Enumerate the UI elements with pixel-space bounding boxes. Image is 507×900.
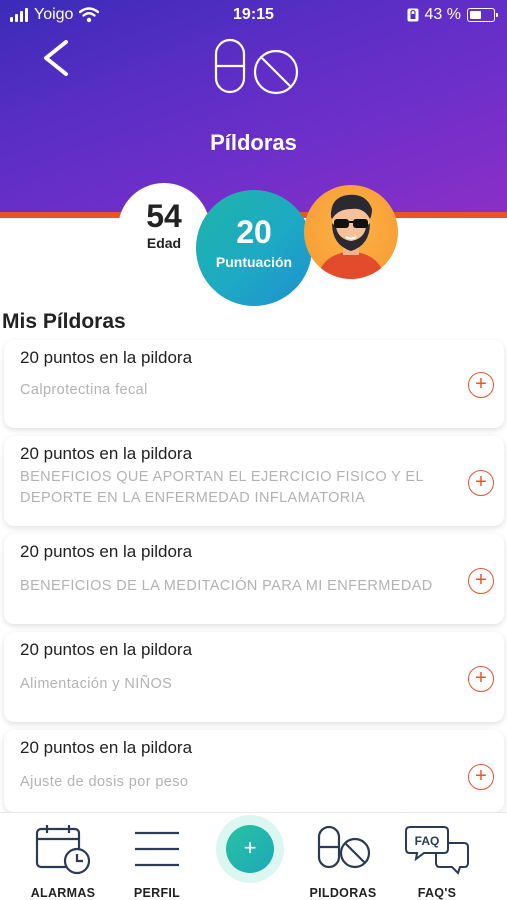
nav-label: FAQ'S: [417, 886, 457, 900]
pill-card[interactable]: 20 puntos en la pildora Calprotectina fe…: [4, 340, 504, 428]
add-fab-halo: +: [216, 815, 284, 883]
pill-description: Ajuste de dosis por peso: [20, 774, 189, 790]
add-fab-button[interactable]: +: [226, 825, 274, 873]
pill-description: Alimentación y NIÑOS: [20, 676, 173, 692]
score-label: Puntuación: [215, 254, 293, 270]
nav-faqs[interactable]: FAQ FAQ'S: [392, 823, 482, 900]
add-pill-button[interactable]: +: [468, 372, 494, 398]
pill-card[interactable]: 20 puntos en la pildora Alimentación y N…: [4, 632, 504, 722]
pill-description: Calprotectina fecal: [20, 382, 148, 398]
pills-icon: [214, 38, 299, 95]
battery-icon: [467, 8, 498, 22]
pills-icon: [317, 825, 371, 869]
nav-alarmas[interactable]: ALARMAS: [18, 823, 108, 900]
header: Yoigo 19:15 43 % Píldoras: [0, 0, 507, 218]
pill-title: 20 puntos en la pildora: [20, 640, 193, 659]
add-pill-button[interactable]: +: [468, 470, 494, 496]
status-bar: Yoigo 19:15 43 %: [0, 0, 507, 30]
pill-title: 20 puntos en la pildora: [20, 738, 193, 757]
lock-rotation-icon: [407, 8, 419, 22]
nav-pildoras[interactable]: PILDORAS: [298, 823, 388, 900]
pill-card[interactable]: 20 puntos en la pildora BENEFICIOS DE LA…: [4, 534, 504, 624]
nav-perfil[interactable]: PERFIL: [112, 823, 202, 900]
add-pill-button[interactable]: +: [468, 764, 494, 790]
faq-chat-icon: FAQ: [405, 826, 469, 875]
pill-title: 20 puntos en la pildora: [20, 348, 193, 367]
add-pill-button[interactable]: +: [468, 568, 494, 594]
score-badge: 20 Puntuación: [196, 190, 312, 306]
nav-label: ALARMAS: [30, 886, 96, 900]
pill-description: BENEFICIOS DE LA MEDITACIÓN PARA MI ENFE…: [20, 578, 433, 594]
pill-title: 20 puntos en la pildora: [20, 444, 193, 463]
nav-label: PERFIL: [133, 886, 181, 900]
pill-description: BENEFICIOS QUE APORTAN EL EJERCICIO FISI…: [20, 469, 424, 506]
battery-percent: 43 %: [424, 6, 461, 23]
avatar-illustration: [318, 194, 384, 279]
nav-label: PILDORAS: [309, 886, 377, 900]
pill-title: 20 puntos en la pildora: [20, 542, 193, 561]
calendar-clock-icon: [35, 825, 91, 875]
pill-card[interactable]: 20 puntos en la pildora Ajuste de dosis …: [4, 730, 504, 812]
menu-lines-icon: [135, 831, 179, 867]
bottom-nav: ALARMAS PERFIL + PILDORAS FAQ FAQ'S: [0, 812, 507, 900]
faq-badge-text: FAQ: [415, 834, 440, 848]
score-value: 20: [236, 214, 272, 250]
page-title: Píldoras: [210, 130, 297, 155]
avatar[interactable]: [304, 185, 398, 279]
section-title: Mis Píldoras: [2, 310, 126, 333]
pill-card[interactable]: 20 puntos en la pildora BENEFICIOS QUE A…: [4, 436, 504, 526]
add-pill-button[interactable]: +: [468, 666, 494, 692]
back-chevron-icon[interactable]: [36, 38, 76, 78]
